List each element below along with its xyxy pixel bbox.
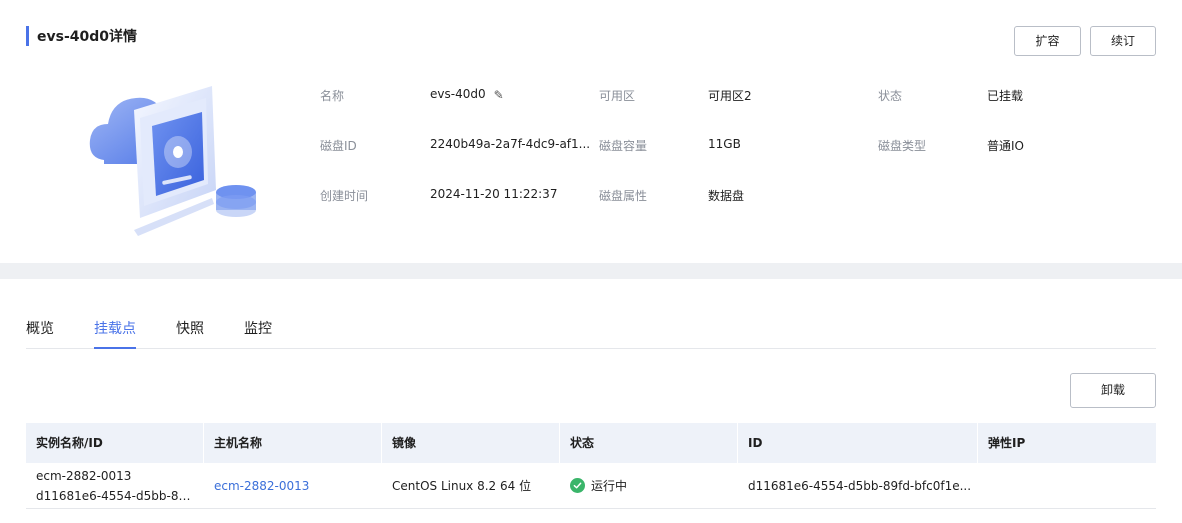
status-label: 状态 [878, 89, 903, 103]
capacity-value: 11GB [708, 137, 741, 151]
renew-button[interactable]: 续订 [1090, 26, 1156, 56]
disk-id-value: 2240b49a-2a7f-4dc9-af1... [430, 137, 591, 151]
column-header-status: 状态 [560, 423, 738, 463]
instance-id: d11681e6-4554-d5bb-89... [36, 488, 196, 503]
page-title-text: evs-40d0详情 [37, 29, 138, 45]
attr-label: 磁盘属性 [599, 189, 648, 203]
cell-host-name: ecm-2882-0013 [204, 463, 382, 508]
cell-status: 运行中 [560, 463, 738, 508]
image-value: CentOS Linux 8.2 64 位 [392, 479, 532, 493]
host-name-link[interactable]: ecm-2882-0013 [214, 479, 309, 493]
cell-image: CentOS Linux 8.2 64 位 [382, 463, 560, 508]
instance-name: ecm-2882-0013 [36, 468, 132, 483]
status-value: 已挂载 [987, 89, 1024, 103]
edit-icon[interactable]: ✎ [494, 88, 504, 102]
status-text: 运行中 [591, 479, 628, 493]
created-label: 创建时间 [320, 189, 369, 203]
tab-monitoring[interactable]: 监控 [244, 318, 272, 349]
tab-mount-points[interactable]: 挂载点 [94, 318, 136, 349]
attr-value: 数据盘 [708, 189, 745, 203]
column-header-eip: 弹性IP [988, 436, 1026, 450]
column-header-image: 镜像 [382, 423, 560, 463]
page-title: evs-40d0详情 [26, 26, 137, 46]
tab-overview[interactable]: 概览 [26, 318, 54, 349]
detail-header-panel: evs-40d0详情 扩容 续订 名称 evs-40d0 ✎ 可用区 可用区2 … [0, 0, 1182, 263]
name-value: evs-40d0 ✎ [430, 87, 504, 102]
type-label: 磁盘类型 [878, 139, 927, 153]
name-label: 名称 [320, 89, 345, 103]
cell-eip [978, 463, 1156, 508]
table-row: ecm-2882-0013 d11681e6-4554-d5bb-89... e… [26, 463, 1156, 509]
az-label: 可用区 [599, 89, 636, 103]
type-value: 普通IO [987, 139, 1024, 153]
check-circle-icon [570, 478, 585, 493]
cell-instance: ecm-2882-0013 d11681e6-4554-d5bb-89... [26, 463, 204, 508]
detach-button[interactable]: 卸载 [1070, 373, 1156, 408]
tab-snapshots[interactable]: 快照 [176, 318, 204, 349]
created-value: 2024-11-20 11:22:37 [430, 187, 558, 201]
cell-id: d11681e6-4554-d5bb-89fd-bfc0f1e... [738, 463, 978, 508]
column-header-instance: 实例名称/ID [26, 423, 204, 463]
expand-button[interactable]: 扩容 [1014, 26, 1081, 56]
column-header-host-name: 主机名称 [204, 423, 382, 463]
column-header-id: ID [738, 423, 978, 463]
id-value: d11681e6-4554-d5bb-89fd-bfc0f1e... [748, 478, 972, 493]
az-value: 可用区2 [708, 89, 752, 103]
title-accent-bar [26, 26, 29, 46]
table-header: 实例名称/ID 主机名称 镜像 状态 ID 弹性IP [26, 423, 1156, 463]
name-value-text: evs-40d0 [430, 87, 486, 101]
disk-illustration [89, 86, 256, 236]
capacity-label: 磁盘容量 [599, 139, 648, 153]
disk-id-label: 磁盘ID [320, 139, 357, 153]
section-divider [0, 263, 1182, 279]
mount-points-table: 实例名称/ID 主机名称 镜像 状态 ID 弹性IP ecm-2882-0013… [26, 423, 1156, 509]
detail-tabs: 概览 挂载点 快照 监控 [26, 318, 1156, 349]
